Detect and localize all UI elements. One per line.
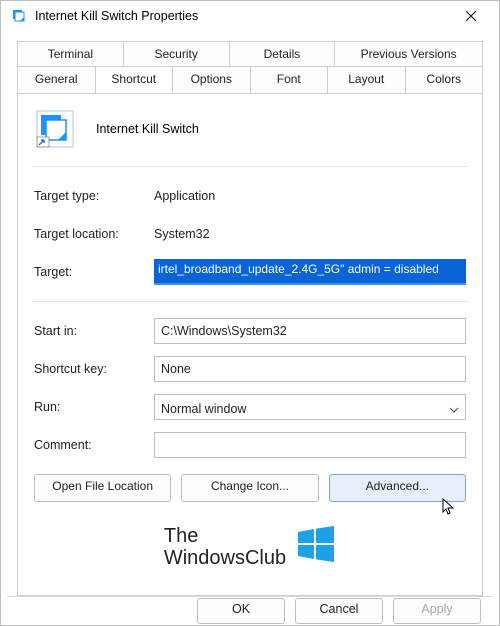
open-file-location-button[interactable]: Open File Location [34, 474, 171, 502]
windows-logo-icon [296, 524, 336, 569]
tab-general[interactable]: General [17, 66, 96, 93]
app-icon [11, 8, 27, 24]
tab-shortcut[interactable]: Shortcut [96, 66, 174, 93]
window-title: Internet Kill Switch Properties [35, 9, 449, 23]
properties-dialog: Internet Kill Switch Properties Terminal… [0, 0, 500, 626]
change-icon-button[interactable]: Change Icon... [181, 474, 318, 502]
tab-strip: Terminal Security Details Previous Versi… [17, 41, 483, 94]
tab-previous-versions[interactable]: Previous Versions [335, 41, 483, 67]
advanced-button[interactable]: Advanced... [329, 474, 466, 502]
tab-layout[interactable]: Layout [328, 66, 406, 93]
divider [32, 166, 468, 167]
run-select-value: Normal window [161, 402, 246, 416]
watermark: The WindowsClub [34, 502, 466, 577]
watermark-text: The WindowsClub [164, 525, 286, 569]
start-in-input[interactable] [154, 318, 466, 344]
close-button[interactable] [449, 1, 493, 31]
tab-options[interactable]: Options [173, 66, 251, 93]
chevron-down-icon [449, 404, 459, 414]
run-label: Run: [34, 400, 154, 414]
content-area: Terminal Security Details Previous Versi… [1, 31, 499, 596]
target-type-value: Application [154, 189, 466, 203]
tab-security[interactable]: Security [124, 41, 230, 67]
start-in-label: Start in: [34, 324, 154, 338]
run-select[interactable]: Normal window [154, 394, 466, 420]
ok-button[interactable]: OK [197, 598, 285, 624]
target-input[interactable]: irtel_broadband_update_2.4G_5G" admin = … [154, 259, 466, 285]
shortcut-name: Internet Kill Switch [96, 122, 199, 136]
tab-details[interactable]: Details [230, 41, 336, 67]
cancel-button[interactable]: Cancel [295, 598, 383, 624]
target-type-label: Target type: [34, 189, 154, 203]
target-location-value: System32 [154, 227, 466, 241]
tab-font[interactable]: Font [251, 66, 329, 93]
target-label: Target: [34, 265, 154, 279]
apply-button[interactable]: Apply [393, 598, 481, 624]
shortcut-key-input[interactable] [154, 356, 466, 382]
comment-label: Comment: [34, 438, 154, 452]
target-location-label: Target location: [34, 227, 154, 241]
comment-input[interactable] [154, 432, 466, 458]
shortcut-icon [36, 110, 74, 148]
tab-colors[interactable]: Colors [406, 66, 484, 93]
titlebar: Internet Kill Switch Properties [1, 1, 499, 31]
shortcut-panel: Internet Kill Switch Target type: Applic… [17, 93, 483, 596]
tab-terminal[interactable]: Terminal [17, 41, 124, 67]
divider [32, 301, 468, 302]
dialog-footer: OK Cancel Apply [1, 597, 499, 625]
shortcut-key-label: Shortcut key: [34, 362, 154, 376]
